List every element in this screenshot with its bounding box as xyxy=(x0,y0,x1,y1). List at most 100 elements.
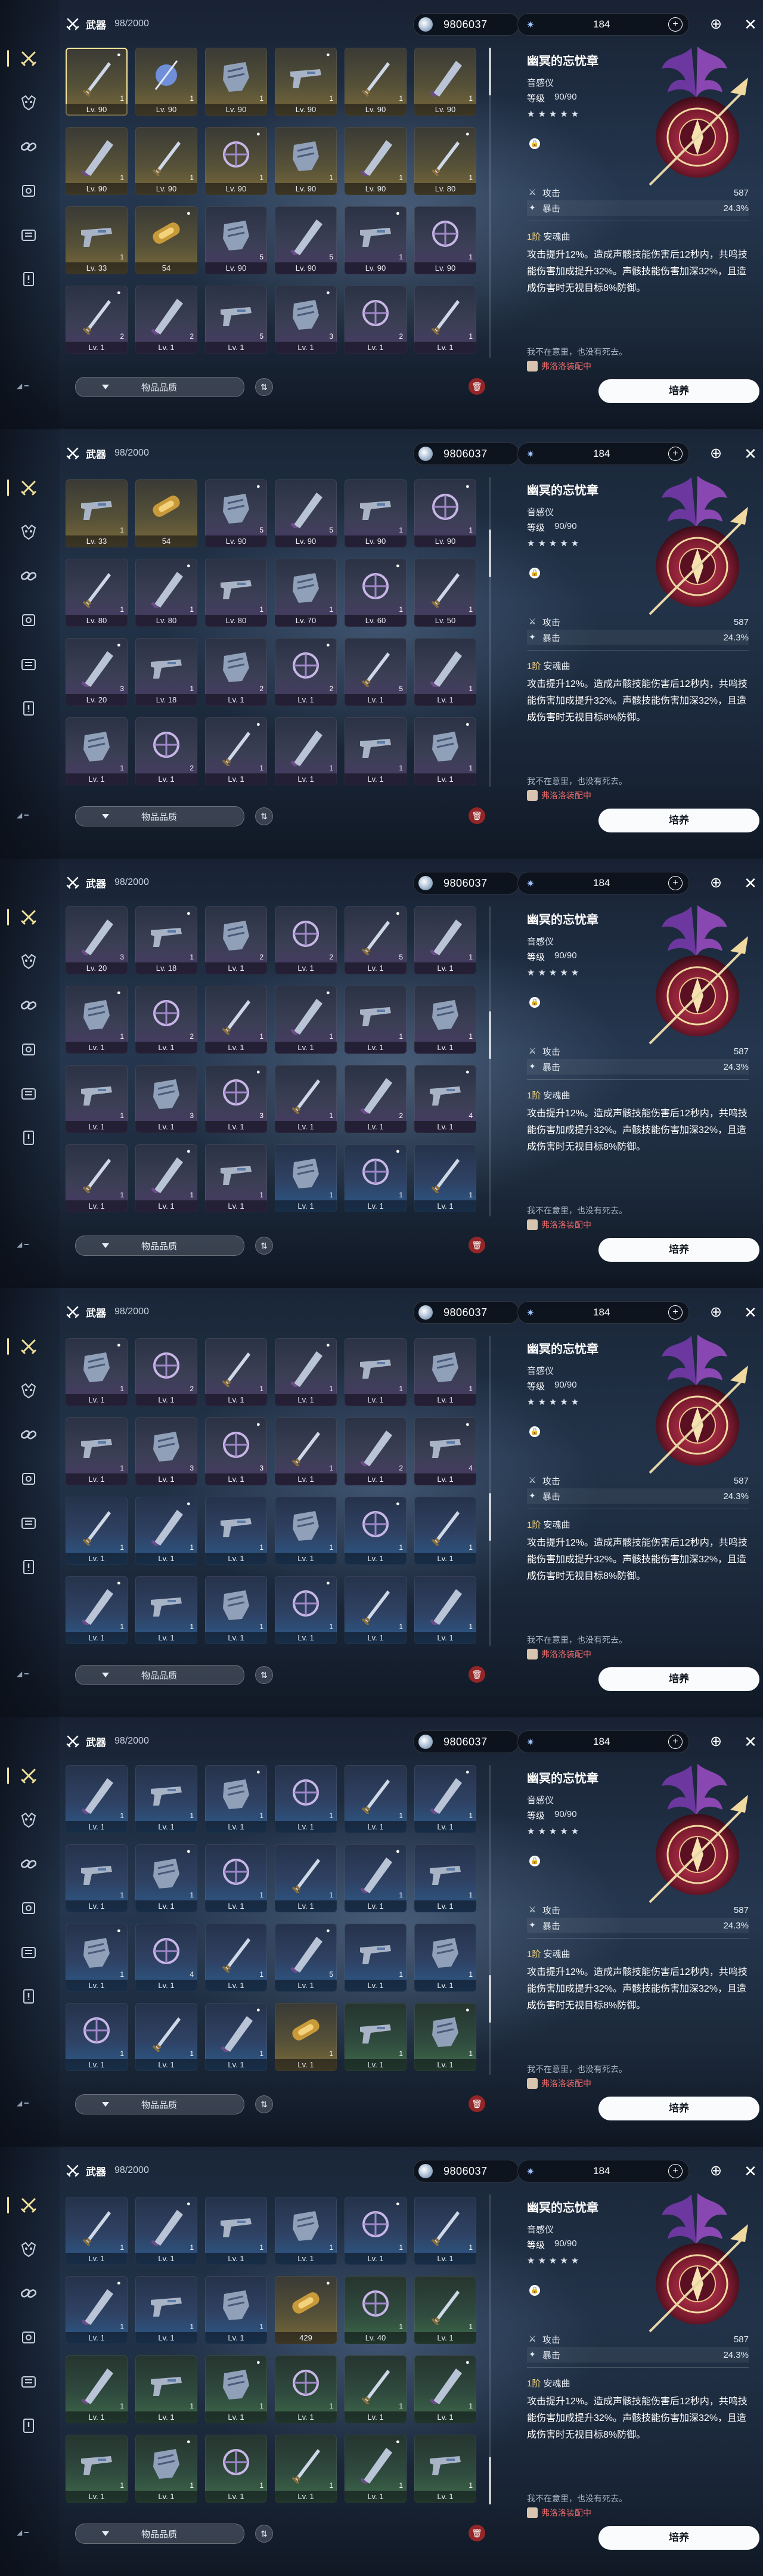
sidebar-item-devices[interactable] xyxy=(15,2324,42,2351)
weapon-slot[interactable]: 1 Lv. 1 xyxy=(414,286,476,354)
weapon-slot[interactable]: 3 Lv. 1 xyxy=(135,1417,197,1485)
weapon-slot[interactable]: ● 1 Lv. 90 xyxy=(275,48,337,116)
sidebar-item-supplies[interactable] xyxy=(15,1080,42,1107)
weapon-slot[interactable]: ● 1 Lv. 1 xyxy=(275,986,337,1054)
weapon-slot[interactable]: 1 Lv. 33 xyxy=(66,479,128,547)
weapon-slot[interactable]: ● 1 Lv. 1 xyxy=(66,986,128,1054)
sidebar-item-quest-items[interactable] xyxy=(15,266,42,292)
sort-order-button[interactable]: ⇅ xyxy=(255,2095,273,2113)
sidebar-item-devices[interactable] xyxy=(15,178,42,204)
sidebar-item-materials[interactable] xyxy=(15,1851,42,1877)
weapon-slot[interactable]: 1 Lv. 1 xyxy=(275,1065,337,1133)
weapon-slot[interactable]: ● 1 Lv. 1 xyxy=(414,717,476,785)
grid-scrollbar[interactable] xyxy=(489,48,491,358)
grid-scroll-thumb[interactable] xyxy=(489,2457,491,2504)
sort-order-button[interactable]: ⇅ xyxy=(255,2525,273,2543)
weapon-slot[interactable]: 1 Lv. 1 xyxy=(345,1338,407,1406)
weapon-slot[interactable]: ● 429 xyxy=(275,2276,337,2344)
weapon-slot[interactable]: 1 Lv. 90 xyxy=(414,48,476,116)
weapon-slot[interactable]: ● 54 xyxy=(135,206,197,274)
sidebar-item-weapons[interactable] xyxy=(7,1763,42,1789)
weapon-slot[interactable]: 1 Lv. 1 xyxy=(275,1497,337,1565)
grid-scroll-thumb[interactable] xyxy=(489,1975,491,2023)
weapon-slot[interactable]: 2 Lv. 1 xyxy=(135,986,197,1054)
weapon-slot[interactable]: 1 Lv. 1 xyxy=(135,2276,197,2344)
weapon-slot[interactable]: ● 1 Lv. 80 xyxy=(135,559,197,627)
weapon-slot[interactable]: ● 1 Lv. 90 xyxy=(345,206,407,274)
weapon-slot[interactable]: 1 Lv. 1 xyxy=(135,1576,197,1644)
weapon-slot[interactable]: 1 Lv. 1 xyxy=(345,1765,407,1833)
sort-dropdown[interactable]: 物品品质 xyxy=(75,2094,244,2114)
discard-button[interactable]: 🗑 xyxy=(469,1237,485,1253)
sidebar-collapse-icon[interactable]: ◢ ━ xyxy=(17,2099,43,2111)
weapon-slot[interactable]: ● 1 Lv. 60 xyxy=(345,559,407,627)
weapon-slot[interactable]: ● 1 Lv. 1 xyxy=(135,2435,197,2503)
weapon-slot[interactable]: ● 1 Lv. 1 xyxy=(345,1497,407,1565)
weapon-slot[interactable]: 1 Lv. 1 xyxy=(414,1497,476,1565)
weapon-slot[interactable]: ● 1 Lv. 1 xyxy=(135,1144,197,1212)
grid-scrollbar[interactable] xyxy=(489,477,491,787)
sidebar-collapse-icon[interactable]: ◢ ━ xyxy=(17,382,43,394)
weapon-slot[interactable]: 5 Lv. 90 xyxy=(205,206,267,274)
weapon-slot[interactable]: ● 1 Lv. 90 xyxy=(205,127,267,195)
weapon-slot[interactable]: 2 Lv. 1 xyxy=(135,286,197,354)
sort-order-button[interactable]: ⇅ xyxy=(255,807,273,825)
weapon-slot[interactable]: ● 3 Lv. 1 xyxy=(275,286,337,354)
weapon-slot[interactable]: 5 Lv. 90 xyxy=(275,206,337,274)
weapon-slot[interactable]: 1 Lv. 1 xyxy=(66,1497,128,1565)
add-resource-button[interactable]: + xyxy=(668,1735,683,1749)
grid-scroll-thumb[interactable] xyxy=(489,1011,491,1059)
weapon-slot[interactable]: 2 Lv. 1 xyxy=(205,906,267,974)
weapon-slot[interactable]: 1 Lv. 1 xyxy=(414,2276,476,2344)
weapon-slot[interactable]: 1 Lv. 1 xyxy=(275,2435,337,2503)
weapon-slot[interactable]: ● 1 Lv. 1 xyxy=(66,1338,128,1406)
sort-dropdown[interactable]: 物品品质 xyxy=(75,2524,244,2544)
sidebar-item-weapons[interactable] xyxy=(7,2192,42,2218)
weapon-slot[interactable]: 4 Lv. 1 xyxy=(135,1924,197,1992)
weapon-slot[interactable]: 1 Lv. 1 xyxy=(205,1844,267,1912)
weapon-slot[interactable]: 1 Lv. 90 xyxy=(66,127,128,195)
discard-button[interactable]: 🗑 xyxy=(469,807,485,824)
cultivate-button[interactable]: 培养 xyxy=(598,2526,759,2550)
sidebar-item-echoes[interactable] xyxy=(15,519,42,545)
add-resource-button[interactable]: + xyxy=(668,17,683,32)
weapon-slot[interactable]: ● 5 Lv. 90 xyxy=(205,479,267,547)
sidebar-item-echoes[interactable] xyxy=(15,1807,42,1833)
weapon-slot[interactable]: 1 Lv. 1 xyxy=(414,1844,476,1912)
weapon-slot[interactable]: 2 Lv. 1 xyxy=(135,717,197,785)
weapon-slot[interactable]: 1 Lv. 70 xyxy=(275,559,337,627)
weapon-slot[interactable]: 1 Lv. 1 xyxy=(205,2276,267,2344)
close-icon[interactable]: ✕ xyxy=(742,16,759,33)
weapon-slot[interactable]: 1 Lv. 90 xyxy=(414,206,476,274)
weapon-slot[interactable]: 1 Lv. 1 xyxy=(66,2435,128,2503)
weapon-slot[interactable]: 1 Lv. 80 xyxy=(205,559,267,627)
weapon-slot[interactable]: 2 Lv. 1 xyxy=(345,1065,407,1133)
weapon-slot[interactable]: 1 Lv. 33 xyxy=(66,206,128,274)
sort-order-button[interactable]: ⇅ xyxy=(255,1666,273,1684)
sidebar-item-weapons[interactable] xyxy=(7,1333,42,1360)
weapon-slot[interactable]: 1 Lv. 1 xyxy=(66,2197,128,2265)
weapon-slot[interactable]: 1 Lv. 1 xyxy=(345,1924,407,1992)
weapon-slot[interactable]: 1 Lv. 1 xyxy=(345,1576,407,1644)
sort-dropdown[interactable]: 物品品质 xyxy=(75,1665,244,1685)
target-icon[interactable]: ⊕ xyxy=(707,445,725,463)
weapon-slot[interactable]: ● 2 Lv. 1 xyxy=(275,638,337,706)
sidebar-item-materials[interactable] xyxy=(15,1422,42,1448)
weapon-slot[interactable]: 5 Lv. 1 xyxy=(345,638,407,706)
weapon-slot[interactable]: ● 1 Lv. 1 xyxy=(205,2003,267,2071)
grid-scroll-thumb[interactable] xyxy=(489,1493,491,1541)
weapon-slot[interactable]: ● 1 Lv. 1 xyxy=(275,1576,337,1644)
weapon-slot[interactable]: ● 1 Lv. 1 xyxy=(345,2435,407,2503)
sort-order-button[interactable]: ⇅ xyxy=(255,378,273,396)
weapon-slot[interactable]: 1 Lv. 90 xyxy=(135,48,197,116)
sidebar-item-weapons[interactable] xyxy=(7,904,42,930)
weapon-slot[interactable]: 1 Lv. 1 xyxy=(205,2197,267,2265)
weapon-slot[interactable]: ● 1 Lv. 1 xyxy=(414,2355,476,2423)
discard-button[interactable]: 🗑 xyxy=(469,2525,485,2541)
grid-scrollbar[interactable] xyxy=(489,2194,491,2504)
sidebar-item-supplies[interactable] xyxy=(15,2368,42,2395)
weapon-slot[interactable]: 1 Lv. 1 xyxy=(414,1924,476,1992)
weapon-slot[interactable]: ● 1 Lv. 1 xyxy=(135,1844,197,1912)
weapon-slot[interactable]: 1 Lv. 1 xyxy=(414,1576,476,1644)
weapon-slot[interactable]: 1 Lv. 1 xyxy=(345,986,407,1054)
